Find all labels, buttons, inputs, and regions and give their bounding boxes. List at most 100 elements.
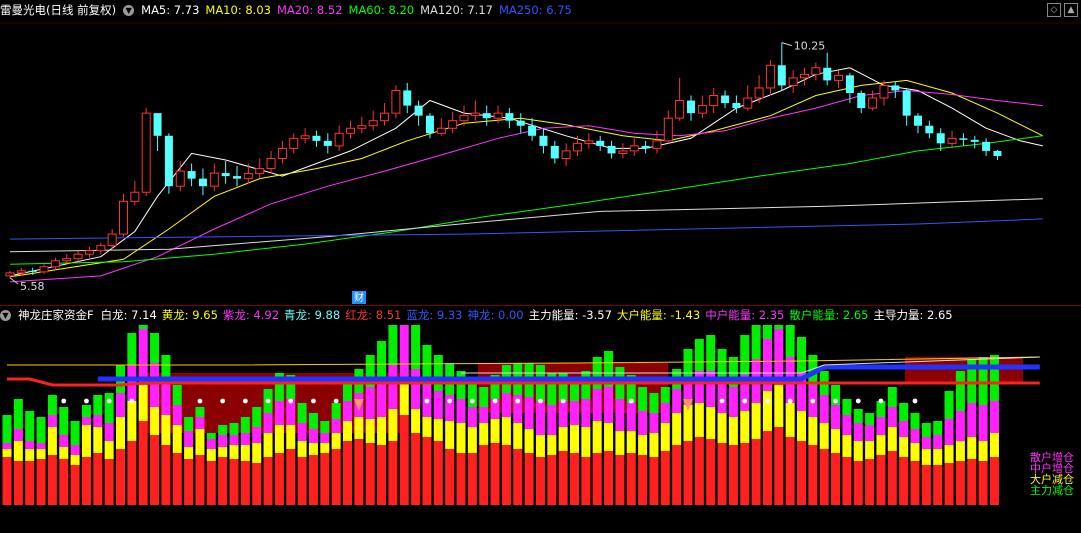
bar-绿 — [252, 407, 262, 427]
bar-绿 — [921, 423, 931, 437]
bar-紫 — [978, 405, 988, 441]
candle-body — [993, 150, 1002, 156]
bar-黄 — [104, 441, 114, 459]
bar-黄 — [910, 443, 920, 461]
bar-紫 — [206, 439, 216, 449]
collapse-icon[interactable]: ◇ — [1047, 3, 1061, 17]
bar-绿 — [751, 325, 761, 359]
bar-紫 — [672, 389, 682, 413]
signal-dot — [560, 398, 566, 404]
bar-紫 — [47, 415, 57, 427]
bar-红 — [967, 459, 977, 505]
bar-红 — [604, 451, 614, 505]
bar-红 — [138, 421, 148, 505]
bar-黄 — [456, 423, 466, 453]
bar-紫 — [706, 371, 716, 407]
bar-紫 — [308, 429, 318, 443]
bar-黄 — [797, 411, 806, 441]
candle-body — [914, 115, 922, 126]
signal-dot — [855, 398, 861, 404]
bar-紫 — [967, 403, 977, 437]
bar-紫 — [59, 435, 69, 447]
signal-dot — [311, 398, 316, 404]
candle-body — [448, 120, 458, 129]
bar-黄 — [978, 441, 988, 461]
bar-绿 — [978, 357, 988, 405]
bar-黄 — [853, 441, 863, 461]
bar-红 — [445, 449, 455, 505]
ma-value-2: MA20: 8.52 — [276, 3, 343, 17]
ma-value-4: MA120: 7.17 — [420, 3, 493, 17]
bar-黄 — [36, 449, 46, 459]
candle-body — [470, 112, 480, 117]
bar-黄 — [184, 447, 194, 459]
ma-line-ma250 — [9, 218, 1043, 240]
bar-黄 — [762, 391, 772, 431]
bar-黄 — [467, 427, 477, 453]
candle-body — [50, 260, 60, 268]
candle-body — [811, 67, 821, 75]
bar-紫 — [887, 407, 897, 427]
bar-紫 — [694, 371, 704, 403]
bar-黄 — [944, 445, 954, 463]
candle-body — [516, 120, 525, 126]
bar-红 — [343, 441, 352, 505]
bar-红 — [184, 459, 194, 505]
bar-紫 — [717, 381, 727, 413]
bar-紫 — [626, 403, 636, 431]
bar-黄 — [955, 441, 965, 461]
bar-红 — [229, 459, 239, 505]
bar-黄 — [127, 401, 137, 441]
bar-黄 — [343, 421, 352, 441]
bar-绿 — [638, 387, 648, 411]
bar-绿 — [13, 399, 23, 429]
bar-绿 — [93, 395, 103, 415]
candle-body — [891, 85, 900, 91]
bar-红 — [93, 453, 103, 505]
bar-红 — [513, 449, 523, 505]
candle-body — [266, 157, 276, 170]
bar-红 — [649, 457, 659, 505]
bar-绿 — [297, 403, 307, 423]
bar-紫 — [842, 415, 852, 435]
bar-红 — [104, 459, 114, 505]
candle-body — [346, 127, 355, 134]
candle-body — [312, 135, 321, 141]
chevron-down-icon[interactable]: ▼ — [0, 309, 11, 321]
low-label: 5.58 — [20, 280, 45, 293]
signal-dot — [765, 398, 770, 404]
expand-icon[interactable]: ▲ — [1064, 3, 1078, 17]
bar-紫 — [81, 417, 91, 425]
indicator-value-4: 红龙: 8.51 — [345, 308, 402, 322]
candle-body — [652, 140, 662, 149]
candle-body — [130, 191, 140, 202]
bar-绿 — [206, 433, 216, 439]
bar-红 — [797, 441, 806, 505]
bar-红 — [672, 445, 682, 505]
candle-body — [119, 200, 128, 235]
bar-黄 — [660, 423, 670, 451]
bar-黄 — [138, 385, 148, 421]
bar-黄 — [921, 449, 931, 465]
bar-黄 — [592, 421, 602, 453]
bar-紫 — [558, 401, 568, 427]
bar-紫 — [615, 399, 625, 431]
bar-绿 — [887, 387, 897, 407]
bar-黄 — [116, 417, 125, 449]
candle-body — [300, 135, 310, 139]
bar-绿 — [331, 403, 341, 419]
ma-value-0: MA5: 7.73 — [141, 3, 200, 17]
bar-红 — [59, 459, 69, 505]
bar-黄 — [615, 431, 625, 455]
bar-绿 — [774, 325, 784, 329]
bar-黄 — [218, 447, 228, 457]
chevron-down-icon[interactable]: ▼ — [123, 4, 135, 16]
bar-紫 — [297, 423, 307, 441]
signal-dot — [492, 398, 498, 404]
candle-body — [947, 137, 957, 144]
bar-红 — [2, 457, 12, 505]
candle-body — [845, 75, 854, 93]
bar-绿 — [762, 325, 772, 339]
signal-dot — [515, 398, 521, 404]
bar-绿 — [184, 417, 194, 431]
